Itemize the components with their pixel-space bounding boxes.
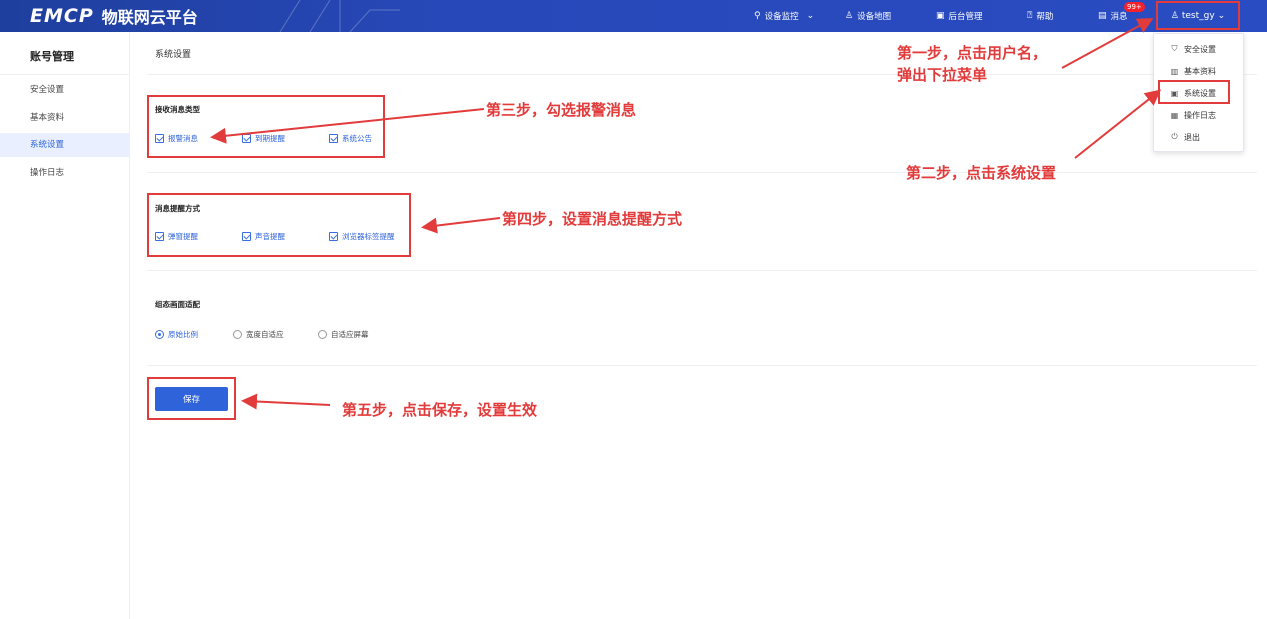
power-icon: ⏻ xyxy=(1171,132,1178,141)
annotation-step3: 第三步，勾选报警消息 xyxy=(486,101,637,119)
annotation-step2: 第二步，点击系统设置 xyxy=(906,164,1057,182)
divider xyxy=(147,365,1257,366)
sidebar-title: 账号管理 xyxy=(30,50,74,63)
message-count-badge: 99+ xyxy=(1124,2,1145,12)
nav-messages[interactable]: ▤ 消息 xyxy=(1098,0,1128,32)
profile-icon: ▥ xyxy=(1170,66,1179,76)
option-label: 原始比例 xyxy=(168,330,198,339)
highlight-box xyxy=(147,95,385,158)
menu-item-label: 基本资料 xyxy=(1184,66,1216,76)
menu-item-profile[interactable]: ▥ 基本资料 xyxy=(1154,60,1245,82)
top-bar: EMCP 物联网云平台 ⚲ 设备监控 ⌄ ♙ 设备地图 ▣ 后台管理 ⍰ 帮助 … xyxy=(0,0,1267,32)
nav-device-monitor[interactable]: ⚲ 设备监控 ⌄ xyxy=(754,0,814,32)
header-decoration xyxy=(279,0,400,32)
sidebar: 账号管理 安全设置 基本资料 系统设置 操作日志 xyxy=(0,32,130,619)
highlight-box xyxy=(147,377,236,420)
highlight-box xyxy=(1158,80,1230,104)
location-icon: ⚲ xyxy=(754,11,761,21)
divider xyxy=(147,270,1257,271)
section-title-display-adaptation: 组态画面适配 xyxy=(155,300,200,309)
annotation-step4: 第四步，设置消息提醒方式 xyxy=(502,210,683,228)
sidebar-item-security[interactable]: 安全设置 xyxy=(0,78,130,102)
menu-item-security-settings[interactable]: ⛉ 安全设置 xyxy=(1154,38,1245,60)
divider xyxy=(147,74,1257,75)
nav-device-map[interactable]: ♙ 设备地图 xyxy=(845,0,891,32)
arrow-step4 xyxy=(421,217,501,234)
nav-label: 设备地图 xyxy=(857,12,892,22)
menu-item-label: 操作日志 xyxy=(1184,110,1216,120)
sidebar-item-profile[interactable]: 基本资料 xyxy=(0,106,130,130)
divider xyxy=(0,74,130,75)
arrow-step2 xyxy=(1074,89,1162,159)
username: test_gy xyxy=(1181,10,1215,21)
highlight-box xyxy=(147,193,411,257)
monitor-icon: ▣ xyxy=(936,11,945,21)
arrow-step5 xyxy=(241,393,331,410)
nav-help[interactable]: ⍰ 帮助 xyxy=(1027,0,1053,32)
message-icon: ▤ xyxy=(1098,11,1107,21)
calendar-icon: ▦ xyxy=(1170,110,1179,120)
annotation-step1: 第一步，点击用户名， xyxy=(897,44,1048,62)
radio-width-adaptive[interactable]: 宽度自适应 xyxy=(233,329,284,340)
radio-icon xyxy=(318,330,327,339)
shield-icon: ⛉ xyxy=(1171,44,1178,53)
nav-label: 后台管理 xyxy=(948,12,983,22)
radio-original-ratio[interactable]: 原始比例 xyxy=(155,329,198,340)
radio-icon xyxy=(233,330,242,339)
user-icon: ♙ xyxy=(1170,10,1179,21)
chevron-down-icon: ⌄ xyxy=(806,11,815,21)
divider xyxy=(147,172,1257,173)
logo[interactable]: EMCP 物联网云平台 xyxy=(30,5,198,27)
radio-selected-icon xyxy=(155,330,164,339)
logo-mark: EMCP xyxy=(30,5,94,27)
option-label: 宽度自适应 xyxy=(246,330,284,339)
map-icon: ♙ xyxy=(845,11,854,21)
sidebar-item-operation-log[interactable]: 操作日志 xyxy=(0,161,130,185)
nav-label: 消息 xyxy=(1110,12,1128,22)
menu-item-label: 退出 xyxy=(1184,132,1200,142)
help-icon: ⍰ xyxy=(1027,11,1033,21)
annotation-step5: 第五步，点击保存，设置生效 xyxy=(342,401,538,419)
menu-item-operation-log[interactable]: ▦ 操作日志 xyxy=(1154,104,1245,126)
radio-screen-adaptive[interactable]: 自适应屏幕 xyxy=(318,329,369,340)
chevron-down-icon: ⌄ xyxy=(1217,10,1226,21)
sidebar-item-system-settings[interactable]: 系统设置 xyxy=(0,133,130,157)
user-menu-button[interactable]: ♙ test_gy ⌄ xyxy=(1156,1,1240,30)
nav-label: 帮助 xyxy=(1036,12,1054,22)
menu-item-label: 安全设置 xyxy=(1184,44,1216,54)
option-label: 自适应屏幕 xyxy=(331,330,369,339)
nav-label: 设备监控 xyxy=(764,12,799,22)
menu-item-logout[interactable]: ⏻ 退出 xyxy=(1154,126,1245,148)
page-title: 系统设置 xyxy=(155,50,192,60)
annotation-step1-line2: 弹出下拉菜单 xyxy=(897,66,988,84)
platform-title: 物联网云平台 xyxy=(101,8,198,27)
nav-admin[interactable]: ▣ 后台管理 xyxy=(936,0,983,32)
